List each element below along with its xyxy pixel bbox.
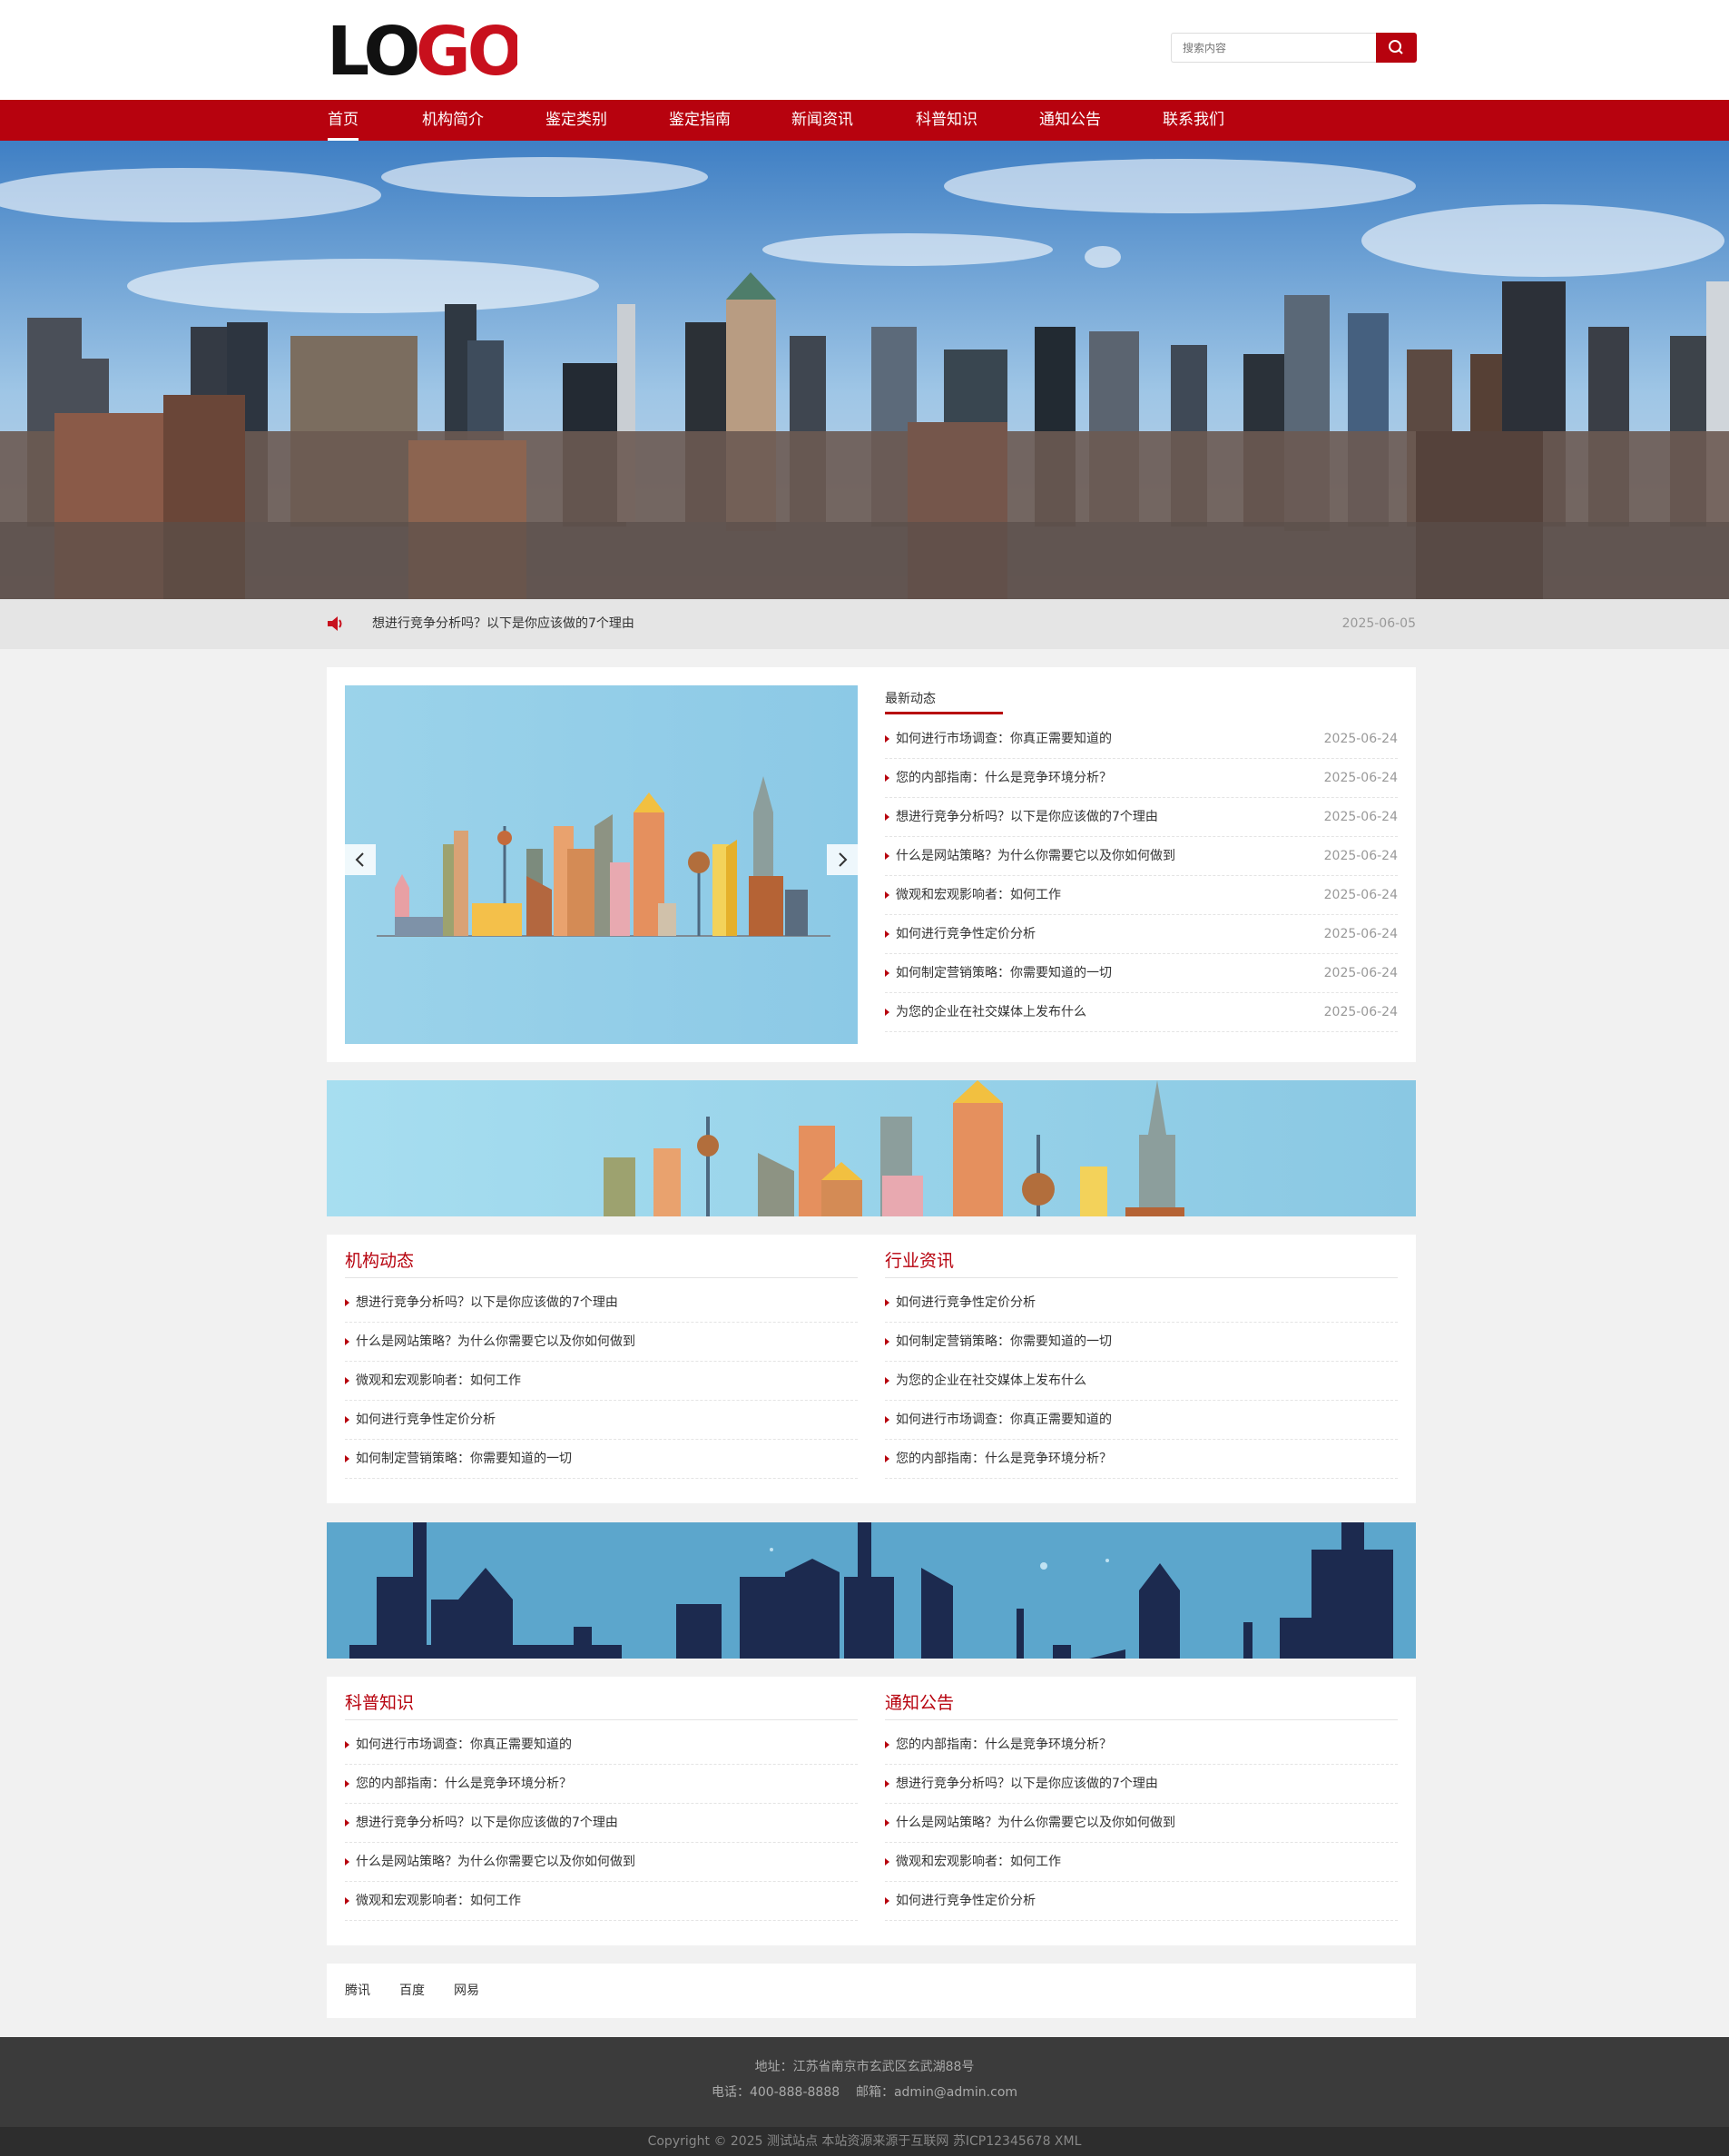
list-item[interactable]: 如何制定营销策略：你需要知道的一切 bbox=[885, 1323, 1398, 1362]
org-news-column: 机构动态 想进行竞争分析吗？以下是你应该做的7个理由 什么是网站策略？为什么你需… bbox=[345, 1235, 858, 1479]
nav-item-categories[interactable]: 鉴定类别 bbox=[545, 100, 607, 141]
list-item[interactable]: 什么是网站策略？为什么你需要它以及你如何做到 bbox=[885, 1804, 1398, 1843]
city-illustration-strip bbox=[327, 1080, 1416, 1216]
speaker-icon bbox=[328, 616, 342, 631]
city-illustration bbox=[377, 776, 830, 937]
list-item[interactable]: 如何制定营销策略：你需要知道的一切 bbox=[345, 1440, 858, 1479]
friend-link-tencent[interactable]: 腾讯 bbox=[345, 1964, 370, 2018]
friend-link-netease[interactable]: 网易 bbox=[454, 1964, 479, 2018]
list-item[interactable]: 为您的企业在社交媒体上发布什么 2025-06-24 bbox=[885, 993, 1398, 1032]
announcements-column: 通知公告 您的内部指南：什么是竞争环境分析？ 想进行竞争分析吗？以下是你应该做的… bbox=[885, 1677, 1398, 1921]
latest-news-list: 如何进行市场调查：你真正需要知道的 2025-06-24 您的内部指南：什么是竞争… bbox=[885, 720, 1398, 1032]
list-item[interactable]: 微观和宏观影响者：如何工作 2025-06-24 bbox=[885, 876, 1398, 915]
nav-item-science[interactable]: 科普知识 bbox=[916, 100, 977, 141]
science-title[interactable]: 科普知识 bbox=[345, 1677, 858, 1720]
notice-date: 2025-06-05 bbox=[1341, 616, 1416, 631]
latest-news-title: 最新动态 bbox=[885, 684, 1003, 714]
list-item[interactable]: 想进行竞争分析吗？以下是你应该做的7个理由 bbox=[345, 1284, 858, 1323]
hero-banner[interactable] bbox=[0, 141, 1729, 599]
site-logo[interactable]: LO GO bbox=[327, 13, 526, 91]
slider-prev-button[interactable] bbox=[345, 844, 376, 875]
svg-text:LO: LO bbox=[327, 18, 418, 82]
list-item[interactable]: 微观和宏观影响者：如何工作 bbox=[345, 1882, 858, 1921]
list-item[interactable]: 想进行竞争分析吗？以下是你应该做的7个理由 2025-06-24 bbox=[885, 798, 1398, 837]
search-icon bbox=[1389, 40, 1403, 54]
friend-links: 腾讯 百度 网易 bbox=[327, 1964, 1416, 2018]
list-item[interactable]: 您的内部指南：什么是竞争环境分析？ bbox=[885, 1440, 1398, 1479]
list-item[interactable]: 为您的企业在社交媒体上发布什么 bbox=[885, 1362, 1398, 1401]
list-item[interactable]: 如何进行市场调查：你真正需要知道的 2025-06-24 bbox=[885, 720, 1398, 759]
list-item[interactable]: 您的内部指南：什么是竞争环境分析？ bbox=[885, 1726, 1398, 1765]
site-header: LO GO bbox=[0, 0, 1729, 100]
nav-item-contact[interactable]: 联系我们 bbox=[1163, 100, 1224, 141]
list-item[interactable]: 如何进行竞争性定价分析 2025-06-24 bbox=[885, 915, 1398, 954]
image-slider[interactable] bbox=[345, 685, 858, 1044]
industry-news-column: 行业资讯 如何进行竞争性定价分析 如何制定营销策略：你需要知道的一切 为您的企业… bbox=[885, 1235, 1398, 1479]
industry-news-title[interactable]: 行业资讯 bbox=[885, 1235, 1398, 1278]
nav-item-about[interactable]: 机构简介 bbox=[422, 100, 484, 141]
svg-text:GO: GO bbox=[416, 18, 517, 82]
list-item[interactable]: 如何进行市场调查：你真正需要知道的 bbox=[885, 1401, 1398, 1440]
city-skyline-photo bbox=[0, 141, 1729, 599]
org-news-title[interactable]: 机构动态 bbox=[345, 1235, 858, 1278]
search-box bbox=[1171, 33, 1417, 63]
nav-item-guide[interactable]: 鉴定指南 bbox=[669, 100, 731, 141]
science-column: 科普知识 如何进行市场调查：你真正需要知道的 您的内部指南：什么是竞争环境分析？… bbox=[345, 1677, 858, 1921]
search-button[interactable] bbox=[1376, 33, 1417, 63]
footer-contact: 电话：400-888-8888 邮箱：admin@admin.com bbox=[711, 2085, 1018, 2100]
footer-copyright: Copyright © 2025 测试站点 本站资源来源于互联网 苏ICP123… bbox=[0, 2127, 1729, 2156]
featured-section: 最新动态 如何进行市场调查：你真正需要知道的 2025-06-24 您的内部指南：… bbox=[327, 667, 1416, 1062]
news-columns-section: 机构动态 想进行竞争分析吗？以下是你应该做的7个理由 什么是网站策略？为什么你需… bbox=[327, 1235, 1416, 1503]
decorative-banner-1 bbox=[327, 1080, 1416, 1216]
list-item[interactable]: 想进行竞争分析吗？以下是你应该做的7个理由 bbox=[345, 1804, 858, 1843]
nav-item-home[interactable]: 首页 bbox=[328, 100, 359, 141]
chevron-left-icon bbox=[355, 852, 364, 867]
friend-link-baidu[interactable]: 百度 bbox=[399, 1964, 425, 2018]
decorative-banner-2 bbox=[327, 1522, 1416, 1659]
nav-item-news[interactable]: 新闻资讯 bbox=[791, 100, 853, 141]
list-item[interactable]: 如何进行竞争性定价分析 bbox=[885, 1284, 1398, 1323]
list-item[interactable]: 什么是网站策略？为什么你需要它以及你如何做到 bbox=[345, 1323, 858, 1362]
notice-text[interactable]: 想进行竞争分析吗？以下是你应该做的7个理由 bbox=[372, 599, 634, 649]
list-item[interactable]: 如何进行竞争性定价分析 bbox=[885, 1882, 1398, 1921]
list-item[interactable]: 想进行竞争分析吗？以下是你应该做的7个理由 bbox=[885, 1765, 1398, 1804]
notice-bar: 想进行竞争分析吗？以下是你应该做的7个理由 2025-06-05 bbox=[0, 599, 1729, 649]
latest-news-panel: 最新动态 如何进行市场调查：你真正需要知道的 2025-06-24 您的内部指南：… bbox=[885, 684, 1398, 1032]
list-item[interactable]: 如何进行竞争性定价分析 bbox=[345, 1401, 858, 1440]
list-item[interactable]: 什么是网站策略？为什么你需要它以及你如何做到 bbox=[345, 1843, 858, 1882]
announcements-title[interactable]: 通知公告 bbox=[885, 1677, 1398, 1720]
list-item[interactable]: 您的内部指南：什么是竞争环境分析？ bbox=[345, 1765, 858, 1804]
list-item[interactable]: 微观和宏观影响者：如何工作 bbox=[345, 1362, 858, 1401]
list-item[interactable]: 您的内部指南：什么是竞争环境分析？ 2025-06-24 bbox=[885, 759, 1398, 798]
search-input[interactable] bbox=[1171, 33, 1376, 63]
slider-next-button[interactable] bbox=[827, 844, 858, 875]
city-silhouette-strip bbox=[327, 1522, 1416, 1659]
footer-address: 地址：江苏省南京市玄武区玄武湖88号 bbox=[754, 2060, 975, 2074]
list-item[interactable]: 微观和宏观影响者：如何工作 bbox=[885, 1843, 1398, 1882]
knowledge-columns-section: 科普知识 如何进行市场调查：你真正需要知道的 您的内部指南：什么是竞争环境分析？… bbox=[327, 1677, 1416, 1945]
list-item[interactable]: 如何制定营销策略：你需要知道的一切 2025-06-24 bbox=[885, 954, 1398, 993]
main-nav: 首页 机构简介 鉴定类别 鉴定指南 新闻资讯 科普知识 通知公告 联系我们 bbox=[0, 100, 1729, 141]
list-item[interactable]: 如何进行市场调查：你真正需要知道的 bbox=[345, 1726, 858, 1765]
chevron-right-icon bbox=[839, 852, 848, 867]
nav-item-notices[interactable]: 通知公告 bbox=[1039, 100, 1101, 141]
list-item[interactable]: 什么是网站策略？为什么你需要它以及你如何做到 2025-06-24 bbox=[885, 837, 1398, 876]
